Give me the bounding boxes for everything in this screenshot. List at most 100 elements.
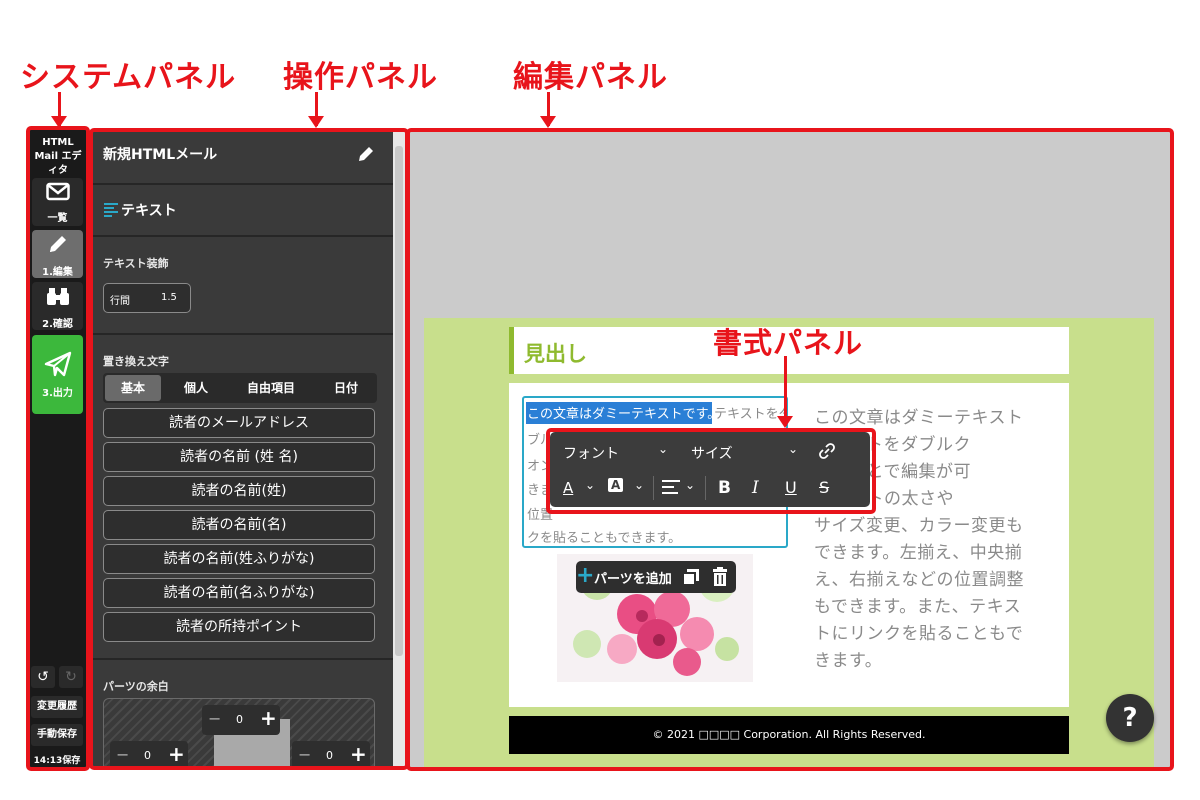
minus-icon[interactable]: − [298,745,311,764]
chevron-down-icon[interactable]: ⌄ [634,478,644,492]
envelope-icon [32,182,83,209]
autosave-status: 14:13保存 [33,756,81,766]
right-text-line: もできます。また、テキス [814,597,1022,617]
toolbar-divider [705,476,706,500]
chevron-down-icon[interactable]: ⌄ [788,442,798,456]
binoculars-icon [32,286,83,315]
replace-lastname-kana-button[interactable]: 読者の名前(姓ふりがな) [103,544,375,574]
operation-panel-scroll-thumb[interactable] [395,146,403,656]
margin-top-stepper[interactable]: − 0 + [202,705,280,735]
selected-text[interactable]: この文章はダミーテキストです。 [527,403,720,422]
help-button[interactable]: ? [1106,694,1154,742]
margin-editor: − 0 + − 0 + − 0 + [103,698,375,767]
list-button[interactable]: 一覧 [32,178,83,226]
plus-icon[interactable]: + [350,742,367,766]
annotation-format-panel: 書式パネル [713,326,864,360]
margin-right-value: 0 [326,749,333,762]
replace-email-button[interactable]: 読者のメールアドレス [103,408,375,438]
right-text-line: できます。左揃え、中央揃 [814,543,1023,563]
plus-icon[interactable]: + [168,742,185,766]
part-type-title: テキスト [121,203,177,219]
heading-accent-bar [509,327,514,374]
align-icon[interactable] [662,480,680,498]
margin-label: パーツの余白 [103,680,169,693]
manual-save-button[interactable]: 手動保存 [31,724,83,746]
add-parts-button[interactable]: パーツを追加 [594,568,672,587]
edit-button[interactable]: 1.編集 [32,230,83,278]
toolbar-divider [653,476,654,500]
right-text-line: トにリンクを貼ることもで [814,624,1024,644]
plus-icon[interactable]: + [260,706,277,730]
trash-icon[interactable] [712,567,728,591]
operation-panel: 新規HTMLメール テキスト テキスト装飾 行間 1.5 置き換え文字 パーツの… [91,131,405,767]
annotation-operation-panel: 操作パネル [283,60,438,95]
undo-icon[interactable]: ↺ [31,666,55,688]
font-select[interactable]: フォント [563,443,619,463]
redo-icon[interactable]: ↻ [59,666,83,688]
size-select[interactable]: サイズ [691,443,733,463]
app-title: HTML Mail エディタ [34,137,82,176]
replace-firstname-button[interactable]: 読者の名前(名) [103,510,375,540]
replace-points-button[interactable]: 読者の所持ポイント [103,612,375,642]
rename-pencil-icon[interactable] [357,145,375,167]
plus-icon[interactable]: + [576,563,594,588]
mail-title-section: 新規HTMLメール [91,131,405,185]
annotation-arrow-edit [540,92,556,128]
line-height-value: 1.5 [161,292,177,303]
minus-icon[interactable]: − [208,709,221,728]
replace-lastname-button[interactable]: 読者の名前(姓) [103,476,375,506]
history-button[interactable]: 変更履歴 [31,696,83,718]
minus-icon[interactable]: − [116,745,129,764]
paper-plane-icon [32,351,83,384]
line-height-label: 行間 [110,296,130,307]
editing-text-line-5[interactable]: 位置 [527,504,553,523]
mail-footer[interactable]: © 2021 □□□□ Corporation. All Rights Rese… [509,716,1069,754]
margin-right-stepper[interactable]: − 0 + [292,741,370,767]
tab-free-items[interactable]: 自由項目 [231,375,311,401]
strikethrough-button[interactable]: S [819,478,829,497]
tab-personal[interactable]: 個人 [165,375,227,401]
italic-button[interactable]: I [752,478,759,498]
heading-text[interactable]: 見出し [524,338,587,368]
margin-section: パーツの余白 − 0 + − 0 + − 0 + [91,660,405,767]
output-button-label: 3.出力 [42,388,73,399]
confirm-button[interactable]: 2.確認 [32,282,83,330]
link-icon[interactable] [818,442,836,464]
duplicate-icon[interactable] [682,568,700,590]
right-text-line: サイズ変更、カラー変更も [814,516,1024,536]
replace-fullname-button[interactable]: 読者の名前 (姓 名) [103,442,375,472]
underline-button[interactable]: U [785,478,797,497]
background-color-icon[interactable]: A [608,478,624,492]
annotation-system-panel: システムパネル [20,60,237,95]
margin-left-stepper[interactable]: − 0 + [110,741,188,767]
pencil-icon [32,234,83,263]
text-decoration-section: テキスト装飾 行間 1.5 [91,237,405,335]
text-decoration-label: テキスト装飾 [103,257,169,270]
format-toolbar: フォント ⌄ サイズ ⌄ A ⌄ A ⌄ ⌄ B I U S [550,432,870,507]
margin-top-value: 0 [236,713,243,726]
chevron-down-icon[interactable]: ⌄ [685,478,695,492]
right-text-line: この文章はダミーテキスト [814,408,1024,428]
tab-basic[interactable]: 基本 [105,375,161,401]
chevron-down-icon[interactable]: ⌄ [585,478,595,492]
mail-title: 新規HTMLメール [103,147,218,163]
output-button[interactable]: 3.出力 [32,335,83,414]
annotation-edit-panel: 編集パネル [513,60,668,95]
editing-text-line-6[interactable]: クを貼ることもできます。 [527,527,681,546]
line-height-field[interactable]: 行間 1.5 [103,283,191,313]
annotation-arrow-format [777,356,793,428]
chevron-down-icon[interactable]: ⌄ [658,442,668,456]
annotation-arrow-system [51,92,67,128]
parts-floating-toolbar: + パーツを追加 [576,561,736,593]
replace-firstname-kana-button[interactable]: 読者の名前(名ふりがな) [103,578,375,608]
part-type-section: テキスト [91,185,405,237]
annotation-arrow-operation [308,92,324,128]
confirm-button-label: 2.確認 [42,319,73,330]
bold-button[interactable]: B [718,478,731,498]
text-lines-icon [103,201,119,221]
margin-left-value: 0 [144,749,151,762]
tab-date[interactable]: 日付 [315,375,377,401]
text-color-icon[interactable]: A [563,479,573,497]
edit-button-label: 1.編集 [42,267,73,278]
list-button-label: 一覧 [47,213,68,224]
